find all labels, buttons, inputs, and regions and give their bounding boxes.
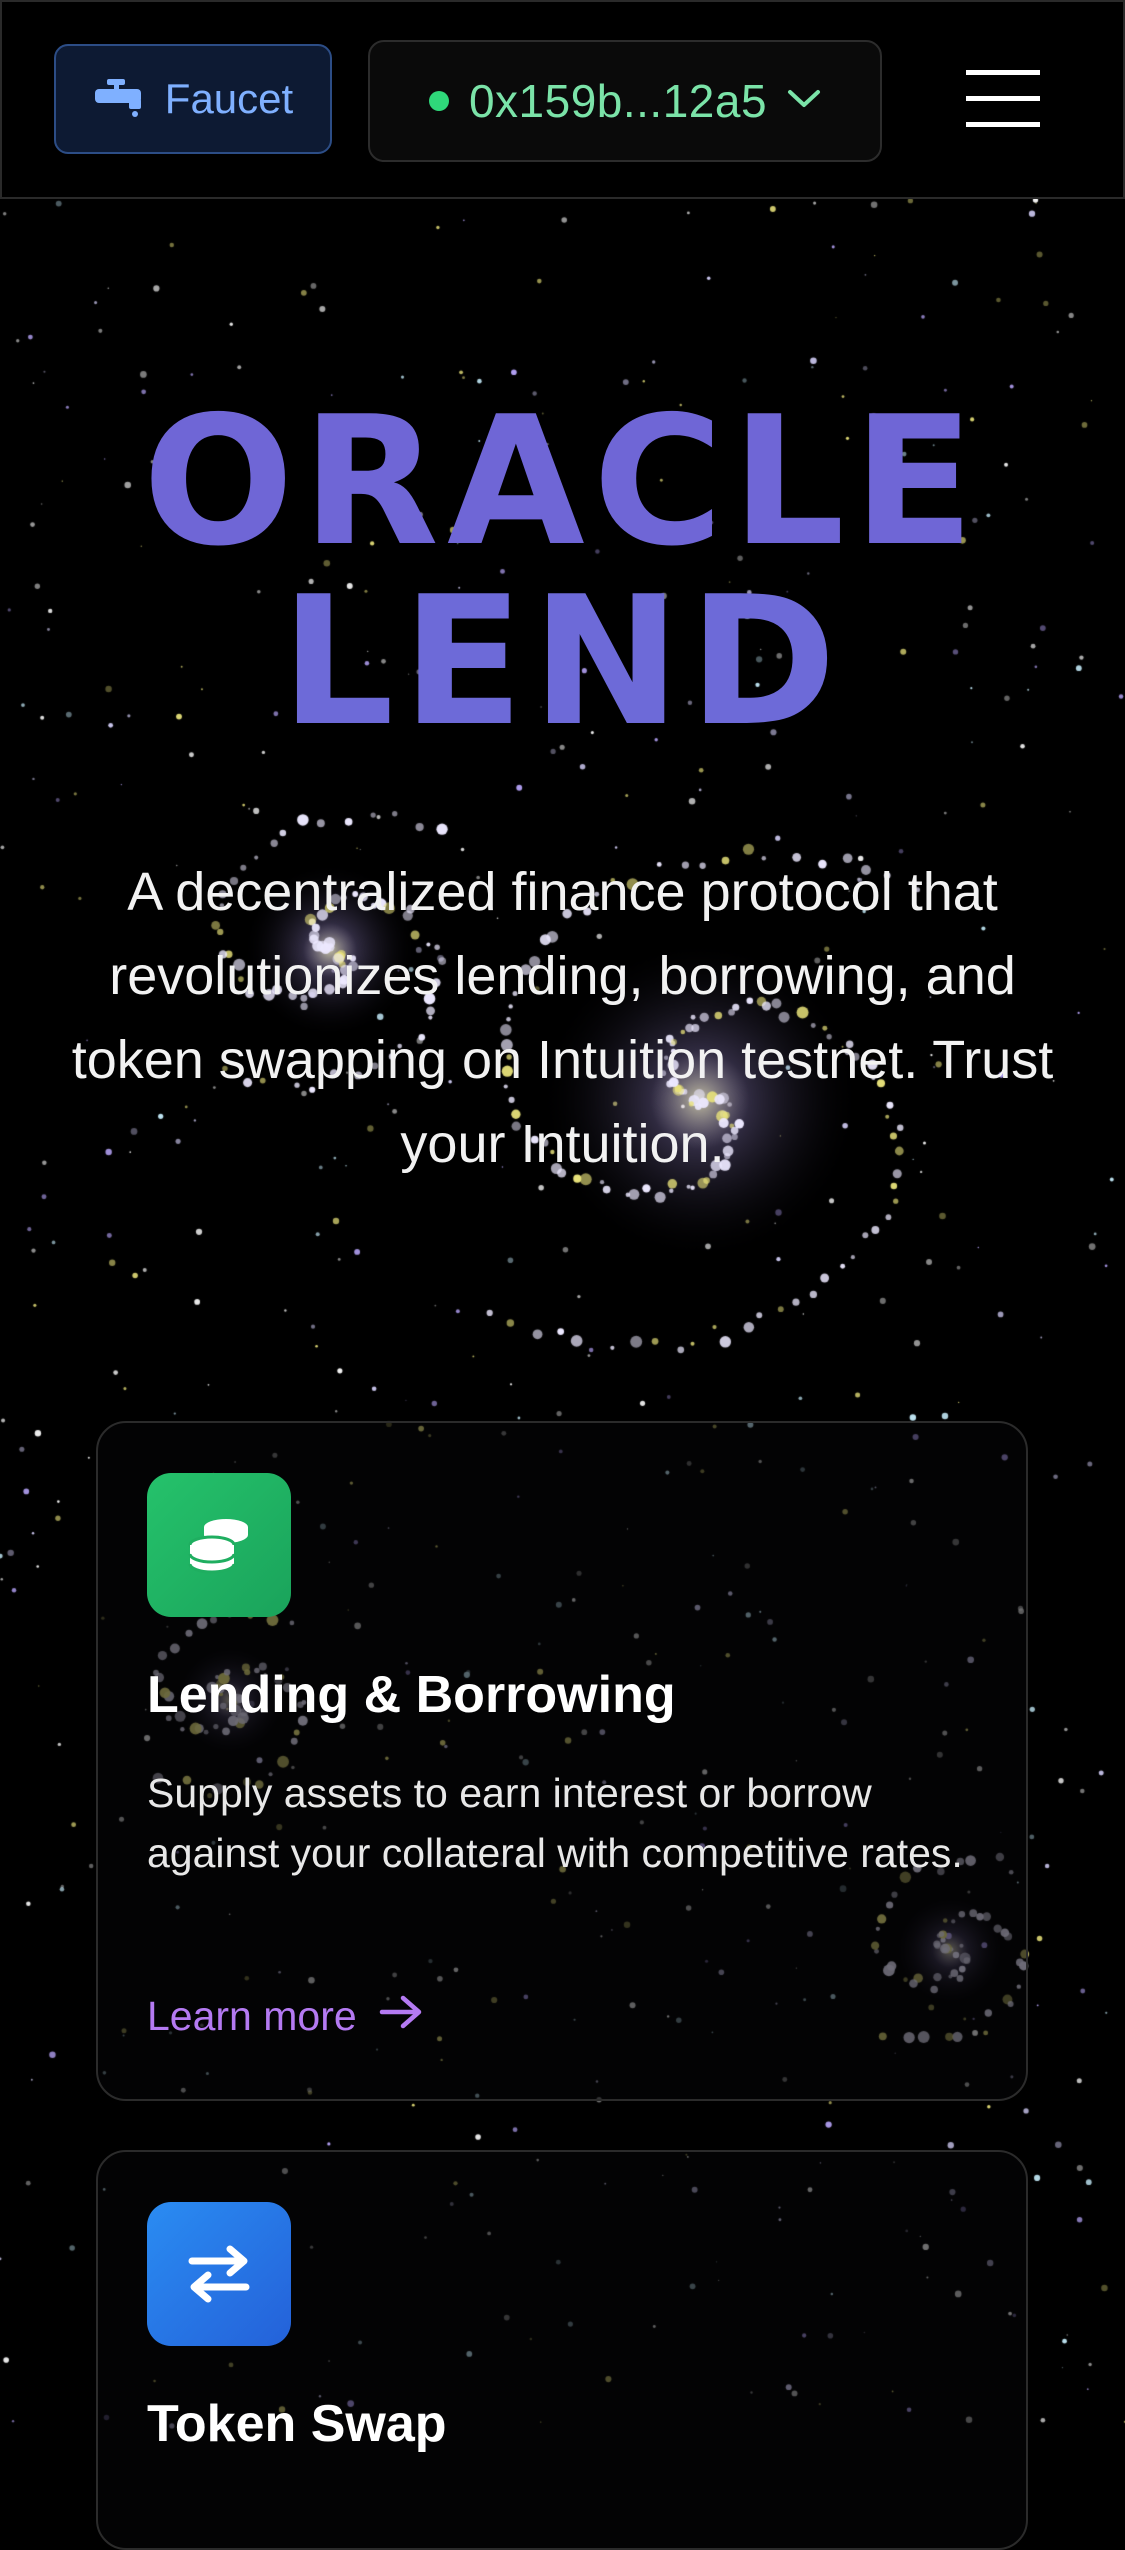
faucet-icon <box>93 77 147 122</box>
learn-more-label: Learn more <box>147 1993 357 2039</box>
hero-description: A decentralized finance protocol that re… <box>71 862 1054 1174</box>
hero-title-line-2: LEND <box>280 558 845 765</box>
faucet-label: Faucet <box>164 75 294 122</box>
faucet-button[interactable]: Faucet <box>54 44 332 154</box>
feature-description: Supply assets to earn interest or borrow… <box>147 1770 963 1876</box>
wallet-address: 0x159b...12a5 <box>468 75 768 127</box>
hero-title: ORACLE LEND <box>0 392 1125 752</box>
top-navbar: Faucet 0x159b...12a5 <box>0 0 1125 199</box>
coins-stack-icon <box>147 1473 291 1617</box>
hamburger-menu-icon <box>966 70 1040 127</box>
chevron-down-icon <box>787 88 821 115</box>
swap-arrows-icon <box>147 2202 291 2346</box>
learn-more-link[interactable]: Learn more <box>147 1993 423 2040</box>
feature-card-swap: Token Swap <box>96 2150 1028 2550</box>
wallet-account-button[interactable]: 0x159b...12a5 <box>368 40 882 162</box>
arrow-right-icon <box>379 1993 423 2040</box>
hamburger-menu-button[interactable] <box>964 64 1042 134</box>
feature-title: Token Swap <box>147 2395 447 2453</box>
hero-title-line-1: ORACLE <box>142 378 983 585</box>
connected-dot-icon <box>428 91 449 111</box>
feature-card-lending: Lending & Borrowing Supply assets to ear… <box>96 1421 1028 2101</box>
feature-title: Lending & Borrowing <box>147 1666 676 1724</box>
